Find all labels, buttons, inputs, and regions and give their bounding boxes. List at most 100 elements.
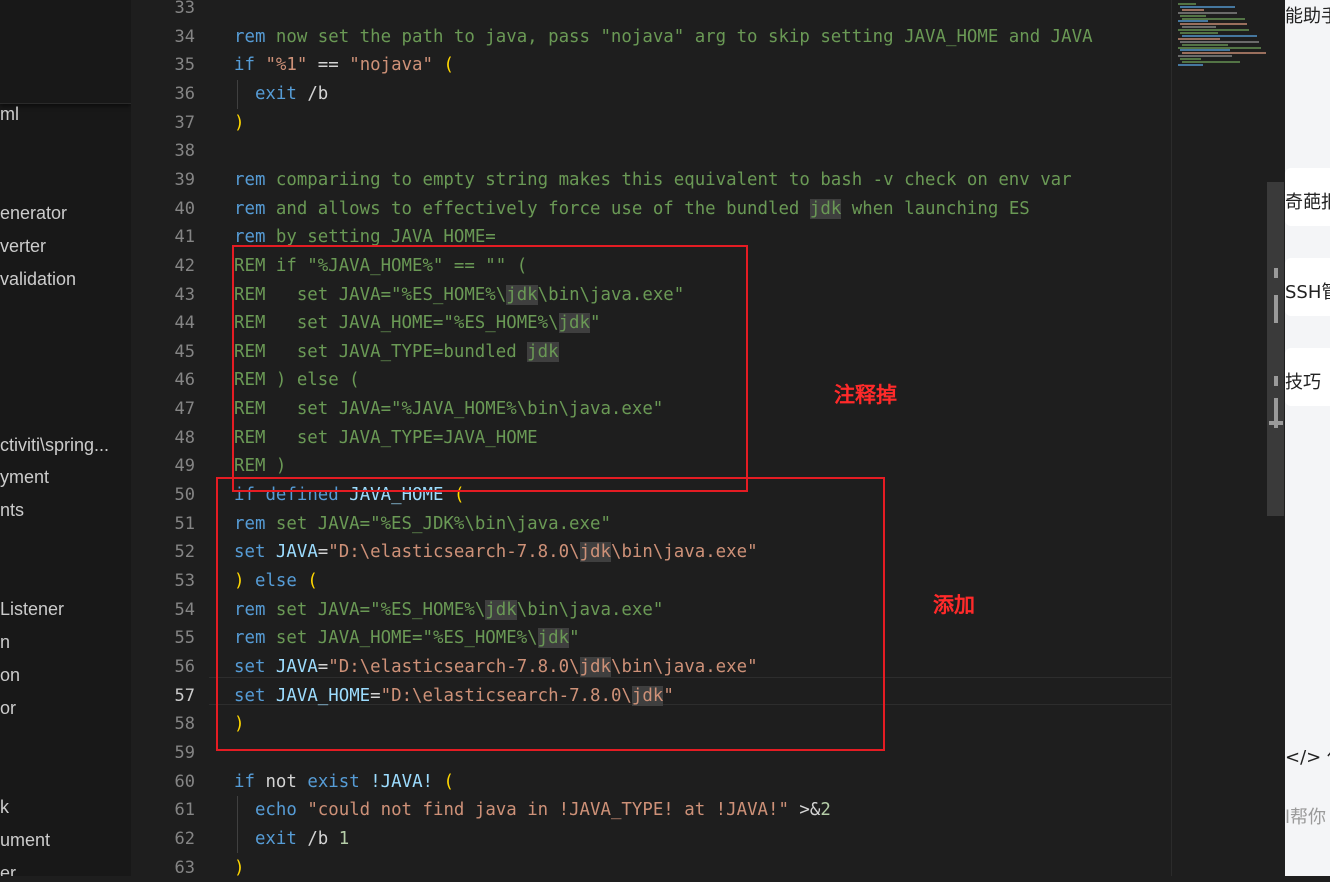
side-panel-text[interactable]: l帮你: [1285, 803, 1326, 829]
line-number: 56: [174, 656, 195, 677]
minimap-line: [1182, 52, 1269, 55]
line-number: 60: [174, 771, 195, 792]
line-number: 58: [174, 714, 195, 735]
minimap-line: [1182, 17, 1245, 20]
line-number: 48: [174, 427, 195, 448]
minimap-line: [1180, 49, 1230, 52]
code-line[interactable]: exit /b 1: [234, 825, 349, 853]
explorer-item[interactable]: er: [0, 862, 16, 876]
line-number: 50: [174, 485, 195, 506]
line-number-gutter: 33 34 35 36 37 38 39 40 41 42 43 44 45 46 47 48 49 50 51 52…: [131, 0, 209, 878]
code-line[interactable]: echo "could not find java in !JAVA_TYPE!…: [234, 796, 831, 824]
minimap-line: [1178, 3, 1196, 5]
line-number: 51: [174, 513, 195, 534]
minimap-line: [1178, 37, 1220, 40]
code-line[interactable]: ): [234, 854, 244, 877]
code-line[interactable]: if "%1" == "nojava" (: [234, 51, 454, 79]
line-number: 54: [174, 599, 195, 620]
added-code-box: [216, 477, 885, 751]
line-number: 33: [174, 0, 195, 18]
minimap-line: [1180, 14, 1206, 17]
explorer-item[interactable]: or: [0, 697, 16, 719]
scrollbar-marker: [1274, 376, 1278, 386]
line-number: 52: [174, 542, 195, 563]
side-panel-text[interactable]: 奇葩报: [1285, 188, 1330, 214]
minimap-line: [1180, 32, 1218, 34]
line-number: 38: [174, 141, 195, 162]
code-line[interactable]: rem now set the path to java, pass "noja…: [234, 23, 1093, 51]
minimap-line: [1180, 58, 1201, 61]
side-panel-text[interactable]: SSH管: [1285, 278, 1330, 304]
minimap-line: [1178, 11, 1237, 14]
side-panel-text[interactable]: </> 代: [1285, 743, 1330, 769]
minimap-line: [1182, 61, 1240, 63]
add-label: 添加: [933, 593, 975, 617]
code-line[interactable]: exit /b: [234, 80, 328, 108]
code-line[interactable]: if not exist !JAVA! (: [234, 768, 454, 796]
explorer-header: [0, 0, 131, 104]
side-panel-text[interactable]: 能助手: [1285, 2, 1330, 28]
minimap-line: [1182, 34, 1257, 37]
explorer-item[interactable]: verter: [0, 235, 46, 257]
minimap-line: [1182, 43, 1228, 46]
comment-out-label: 注释掉: [834, 383, 897, 407]
explorer-item[interactable]: validation: [0, 268, 76, 290]
comment-out-box: [232, 245, 748, 492]
indent-guide: [237, 796, 238, 854]
explorer-item[interactable]: ument: [0, 829, 50, 851]
code-line[interactable]: ): [234, 109, 244, 137]
line-number: 57: [174, 685, 195, 706]
line-number: 35: [174, 55, 195, 76]
minimap-line: [1180, 23, 1247, 26]
explorer-item[interactable]: yment: [0, 466, 49, 488]
scrollbar-thumb[interactable]: [1267, 182, 1284, 516]
minimap-line: [1180, 5, 1235, 8]
line-number: 49: [174, 456, 195, 477]
line-number: 55: [174, 628, 195, 649]
line-number: 47: [174, 399, 195, 420]
minimap-line: [1178, 29, 1249, 32]
vertical-scrollbar[interactable]: [1266, 0, 1285, 876]
line-number: 43: [174, 284, 195, 305]
code-line[interactable]: rem and allows to effectively force use …: [234, 195, 1030, 223]
minimap-line: [1182, 8, 1204, 11]
explorer-item[interactable]: n: [0, 631, 10, 653]
line-number: 59: [174, 742, 195, 763]
line-number: 53: [174, 571, 195, 591]
file-explorer-panel: ml enerator verter validation ctiviti\spring…: [0, 0, 132, 876]
scrollbar-marker: [1274, 268, 1278, 278]
line-number: 40: [174, 198, 195, 219]
line-number: 44: [174, 313, 195, 334]
explorer-item[interactable]: k: [0, 796, 9, 818]
side-panel-text[interactable]: 技巧: [1285, 368, 1321, 394]
scrollbar-marker: [1274, 295, 1278, 323]
line-number: 41: [174, 227, 195, 248]
explorer-item[interactable]: ctiviti\spring...: [0, 434, 109, 456]
minimap-line: [1178, 46, 1261, 49]
explorer-item[interactable]: ml: [0, 103, 19, 125]
minimap-line: [1178, 55, 1232, 58]
line-number: 34: [174, 26, 195, 47]
explorer-item[interactable]: enerator: [0, 202, 67, 224]
line-number: 39: [174, 169, 195, 190]
minimap[interactable]: [1171, 0, 1269, 876]
line-number: 63: [174, 857, 195, 878]
minimap-line: [1182, 26, 1216, 29]
minimap-line: [1178, 63, 1203, 66]
line-number: 37: [174, 112, 195, 133]
line-number: 46: [174, 370, 195, 391]
line-number: 42: [174, 255, 195, 276]
explorer-item[interactable]: nts: [0, 499, 24, 521]
line-number: 61: [174, 800, 195, 821]
code-line[interactable]: rem compariing to empty string makes thi…: [234, 166, 1072, 194]
line-number: 36: [174, 83, 195, 104]
browser-side-panel: 能助手奇葩报 SSH管技巧 </> 代 l帮你: [1285, 0, 1330, 876]
explorer-item[interactable]: Listener: [0, 598, 64, 620]
line-number: 62: [174, 828, 195, 849]
scrollbar-marker: [1269, 421, 1283, 425]
line-number: 45: [174, 341, 195, 362]
minimap-line: [1178, 20, 1208, 23]
indent-guide: [237, 79, 238, 109]
explorer-item[interactable]: on: [0, 664, 20, 686]
minimap-line: [1180, 40, 1259, 43]
